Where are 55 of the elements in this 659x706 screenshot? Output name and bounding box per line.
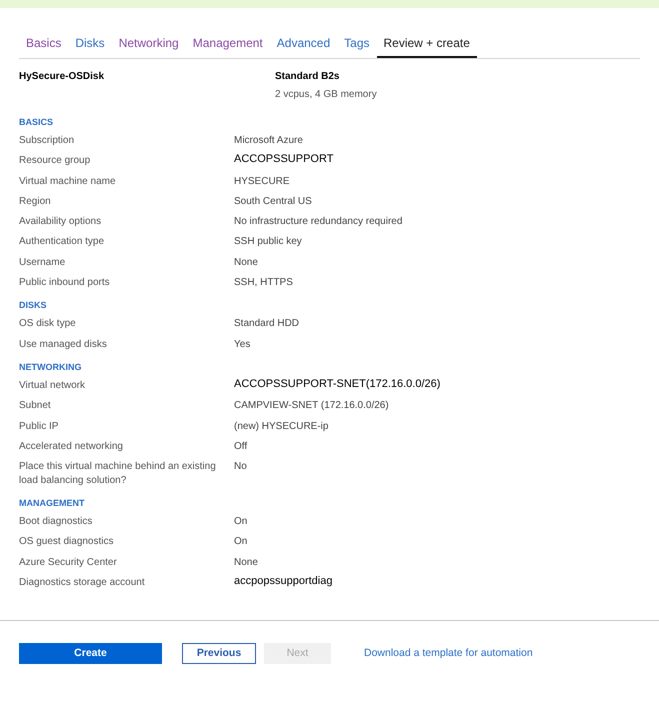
field-label: Region bbox=[19, 194, 52, 209]
section-heading: DISKS bbox=[19, 299, 48, 312]
create-button[interactable]: Create bbox=[19, 643, 162, 664]
field-value: None bbox=[234, 256, 258, 270]
field-value: On bbox=[234, 535, 248, 550]
field-value: HYSECURE bbox=[234, 174, 290, 189]
field-label: Public inbound ports bbox=[19, 276, 111, 290]
field-label: Username bbox=[19, 256, 66, 270]
field-label: Use managed disks bbox=[19, 338, 108, 352]
field-value: South Central US bbox=[234, 194, 312, 209]
field-label: Virtual machine name bbox=[19, 174, 117, 189]
tab[interactable]: Disks bbox=[68, 34, 112, 58]
tab[interactable]: Review + create bbox=[376, 34, 477, 58]
field-value: accpopssupportdiag bbox=[234, 574, 332, 588]
field-value: Yes bbox=[234, 338, 250, 352]
field-label: Diagnostics storage account bbox=[19, 576, 146, 590]
field-label: Azure Security Center bbox=[19, 556, 118, 570]
field-value: (new) HYSECURE-ip bbox=[234, 420, 328, 434]
field-label: Public IP bbox=[19, 420, 60, 434]
vm-size-detail: 2 vcpus, 4 GB memory bbox=[275, 88, 377, 102]
previous-button[interactable]: Previous bbox=[182, 643, 256, 664]
field-value: SSH public key bbox=[234, 235, 302, 250]
field-value: CAMPVIEW-SNET (172.16.0.0/26) bbox=[234, 399, 389, 414]
field-value: No bbox=[234, 460, 247, 474]
field-label: Boot diagnostics bbox=[19, 515, 94, 530]
section-heading: MANAGEMENT bbox=[19, 497, 86, 510]
field-label: OS guest diagnostics bbox=[19, 535, 114, 550]
field-label: Place this virtual machine behind an existing load balancing solution? bbox=[19, 460, 217, 488]
resource-title: HySecure-OSDisk bbox=[19, 71, 104, 82]
field-value: None bbox=[234, 556, 258, 570]
field-label: Availability options bbox=[19, 215, 102, 230]
field-value: Off bbox=[234, 440, 248, 454]
field-label: Subnet bbox=[19, 399, 52, 414]
section-heading: NETWORKING bbox=[19, 360, 82, 374]
field-value: ACCOPSSUPPORT-SNET(172.16.0.0/26) bbox=[234, 376, 440, 391]
field-label: Authentication type bbox=[19, 235, 106, 250]
field-value: Standard HDD bbox=[234, 317, 300, 332]
field-value: SSH, HTTPS bbox=[234, 276, 293, 290]
tab[interactable]: Tags bbox=[337, 34, 376, 58]
section-heading: BASICS bbox=[19, 116, 54, 129]
tab[interactable]: Management bbox=[186, 34, 270, 58]
field-label: Virtual network bbox=[19, 378, 86, 393]
field-label: Subscription bbox=[19, 134, 76, 148]
field-value: ACCOPSSUPPORT bbox=[234, 152, 334, 166]
vm-size: Standard B2s bbox=[275, 70, 340, 84]
field-value: On bbox=[234, 515, 248, 530]
field-value: No infrastructure redundancy required bbox=[234, 215, 402, 230]
tab[interactable]: Networking bbox=[112, 34, 186, 58]
tab[interactable]: Advanced bbox=[270, 34, 338, 58]
field-label: OS disk type bbox=[19, 317, 77, 332]
tab[interactable]: Basics bbox=[19, 34, 68, 58]
download-template-link[interactable]: Download a template for automation bbox=[364, 643, 533, 664]
field-value: Microsoft Azure bbox=[234, 134, 303, 148]
field-label: Resource group bbox=[19, 154, 92, 168]
field-label: Accelerated networking bbox=[19, 440, 124, 454]
